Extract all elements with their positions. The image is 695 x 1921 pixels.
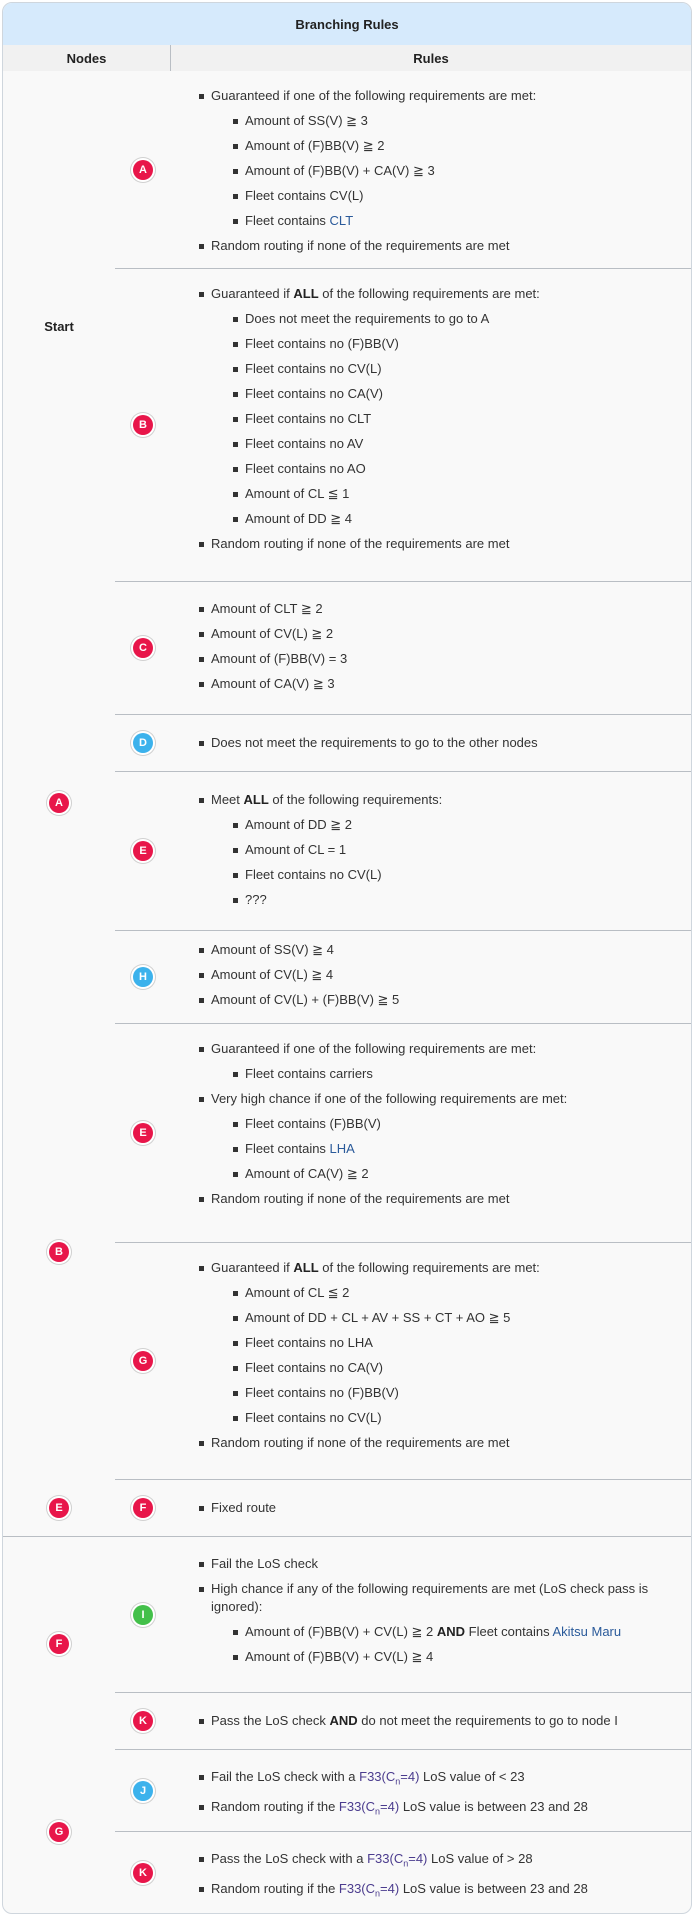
node-b-badge: B [49,1242,69,1262]
rule-item: Guaranteed if one of the following requi… [199,87,671,230]
rule-subitem: Fleet contains CLT [233,212,671,230]
source-node-g: G [3,1750,115,1913]
node-e-badge: E [133,841,153,861]
rule-item: Amount of CV(L) + (F)BB(V) ≧ 5 [199,991,671,1009]
source-node-a: A [3,582,115,1024]
rule-item: Amount of CV(L) ≧ 4 [199,966,671,984]
rule-item: Random routing if the F33(Cn=4) LoS valu… [199,1880,671,1903]
dest-node-cell: A [115,71,171,269]
node-j-badge: J [133,1780,153,1801]
rule-item: Random routing if none of the requiremen… [199,1434,671,1452]
akitsu-maru-link[interactable]: Akitsu Maru [552,1624,621,1639]
source-node-b: B [3,1024,115,1480]
rule-item: Fixed route [199,1499,671,1517]
rule-item: Amount of CA(V) ≧ 3 [199,675,671,693]
rule-subitem: Fleet contains LHA [233,1140,671,1158]
rule-item: Does not meet the requirements to go to … [199,734,671,752]
rule-subitem: Fleet contains no LHA [233,1334,671,1352]
rule-subitem: Fleet contains no (F)BB(V) [233,1384,671,1402]
rule-item: Guaranteed if ALL of the following requi… [199,285,671,528]
rule-subitem: Amount of SS(V) ≧ 3 [233,112,671,130]
rule-item: Guaranteed if one of the following requi… [199,1040,671,1083]
node-k-badge: K [133,1711,153,1731]
rule-item: High chance if any of the following requ… [199,1580,671,1666]
rule-item: Amount of SS(V) ≧ 4 [199,941,671,959]
rule-subitem: Fleet contains no CA(V) [233,385,671,403]
node-i-badge: I [133,1604,153,1625]
dest-node-cell: B [115,269,171,582]
node-e-badge: E [133,1123,153,1143]
rule-item: Fail the LoS check [199,1555,671,1573]
rule-subitem: Fleet contains no CV(L) [233,866,671,884]
rule-item: Pass the LoS check with a F33(Cn=4) LoS … [199,1850,671,1873]
rule-subitem: Fleet contains no AV [233,435,671,453]
rule-item: Random routing if the F33(Cn=4) LoS valu… [199,1798,671,1821]
rule-subitem: Amount of DD ≧ 2 [233,816,671,834]
node-d-badge: D [133,733,153,753]
rule-subitem: Amount of DD + CL + AV + SS + CT + AO ≧ … [233,1309,671,1327]
rule-subitem: Amount of CL ≦ 2 [233,1284,671,1302]
lha-link[interactable]: LHA [330,1141,355,1156]
rule-subitem: Does not meet the requirements to go to … [233,310,671,328]
rule-subitem: Amount of DD ≧ 4 [233,510,671,528]
rule-subitem: Fleet contains (F)BB(V) [233,1115,671,1133]
rule-item: Amount of (F)BB(V) = 3 [199,650,671,668]
node-g-badge: G [49,1821,69,1842]
node-a-badge: A [49,793,69,813]
rule-subitem: Amount of (F)BB(V) + CA(V) ≧ 3 [233,162,671,180]
f33-link[interactable]: F33(Cn=4) [339,1881,399,1899]
rule-subitem: Fleet contains no CV(L) [233,360,671,378]
node-b-badge: B [133,415,153,435]
rule-item: Guaranteed if ALL of the following requi… [199,1259,671,1427]
rule-item: Very high chance if one of the following… [199,1090,671,1183]
rule-subitem: Amount of (F)BB(V) + CV(L) ≧ 2 AND Fleet… [233,1623,671,1641]
source-node-f: F [3,1537,115,1750]
node-c-badge: C [133,638,153,658]
node-h-badge: H [133,967,153,987]
node-g-badge: G [133,1351,153,1371]
rule-item: Random routing if none of the requiremen… [199,535,671,553]
rule-item: Amount of CV(L) ≧ 2 [199,625,671,643]
rule-subitem: Amount of (F)BB(V) ≧ 2 [233,137,671,155]
rule-subitem: Fleet contains CV(L) [233,187,671,205]
node-k-badge: K [133,1862,153,1883]
rule-subitem: Fleet contains no AO [233,460,671,478]
clt-link[interactable]: CLT [330,213,354,228]
rule-item: Random routing if none of the requiremen… [199,1190,671,1208]
rules-column-header: Rules [171,45,691,71]
table-caption: Branching Rules [3,3,691,45]
rule-subitem: Amount of CL ≦ 1 [233,485,671,503]
node-f-badge: F [133,1498,153,1518]
node-f-badge: F [49,1633,69,1654]
rule-item: Amount of CLT ≧ 2 [199,600,671,618]
rule-subitem: Fleet contains no CA(V) [233,1359,671,1377]
f33-link[interactable]: F33(Cn=4) [359,1769,419,1787]
rule-subitem: Amount of (F)BB(V) + CV(L) ≧ 4 [233,1648,671,1666]
node-e-badge: E [49,1498,69,1518]
f33-link[interactable]: F33(Cn=4) [367,1851,427,1869]
branching-rules-table: Branching Rules Nodes Rules Start A Guar… [2,2,692,1914]
source-node-e: E [3,1480,115,1537]
rule-subitem: Amount of CA(V) ≧ 2 [233,1165,671,1183]
rule-subitem: Fleet contains no CV(L) [233,1409,671,1427]
source-node-start: Start [44,319,74,334]
rule-subitem: Fleet contains no (F)BB(V) [233,335,671,353]
rule-subitem: Fleet contains no CLT [233,410,671,428]
node-a-badge: A [133,159,153,180]
rule-item: Pass the LoS check AND do not meet the r… [199,1712,671,1730]
rule-item: Meet ALL of the following requirements: … [199,791,671,909]
rule-item: Random routing if none of the requiremen… [199,237,671,255]
rule-subitem: Fleet contains carriers [233,1065,671,1083]
rule-subitem: ??? [233,891,671,909]
rule-subitem: Amount of CL = 1 [233,841,671,859]
f33-link[interactable]: F33(Cn=4) [339,1799,399,1817]
rule-item: Fail the LoS check with a F33(Cn=4) LoS … [199,1768,671,1791]
nodes-column-header: Nodes [3,45,171,71]
